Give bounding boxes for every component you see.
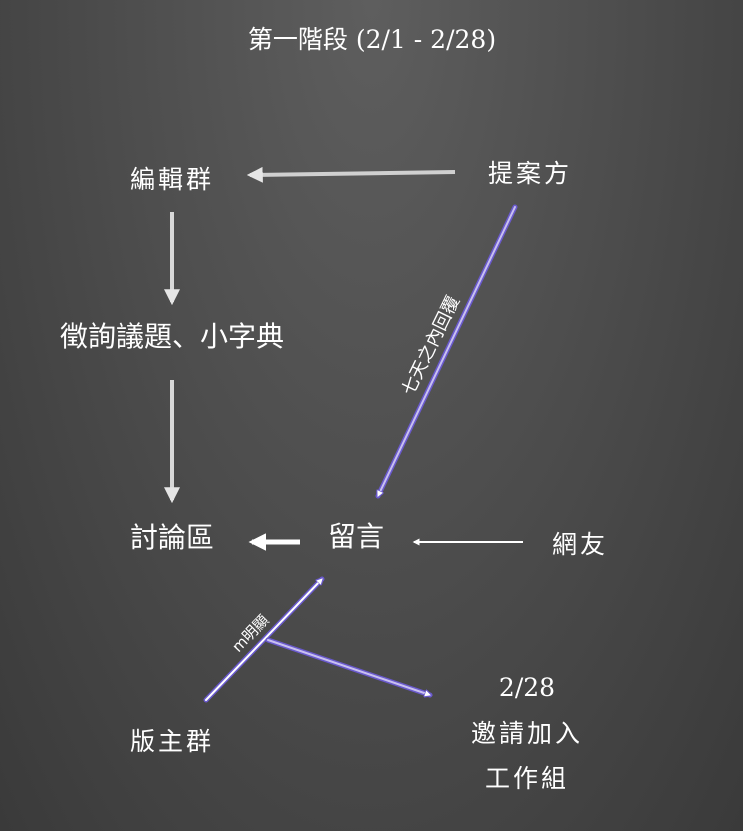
node-collect: 徵詢議題、小字典 [60,320,284,353]
node-editors: 編輯群 [130,165,214,194]
node-invite-line1: 邀請加入 [471,719,583,748]
node-netizens: 網友 [552,530,608,559]
flow-diagram: 第一階段 (2/1 - 2/28) 編輯群 提案方 徵詢議題、小字典 討論區 留… [60,25,608,793]
edge-label-obvious: m明顯 [228,611,272,656]
arrow-to-invite [265,637,430,695]
arrow-moderators-to-comment [203,579,322,703]
node-moderators: 版主群 [130,727,214,756]
node-invite-date: 2/28 [499,673,555,702]
arrow-proposer-to-comment [375,204,518,496]
diagram-title: 第一階段 (2/1 - 2/28) [248,25,496,54]
node-forum: 討論區 [130,521,214,554]
arrow-proposer-to-editors [246,166,456,183]
node-invite-line2: 工作組 [485,764,569,793]
node-comment: 留言 [328,520,384,553]
node-proposer: 提案方 [488,159,572,188]
